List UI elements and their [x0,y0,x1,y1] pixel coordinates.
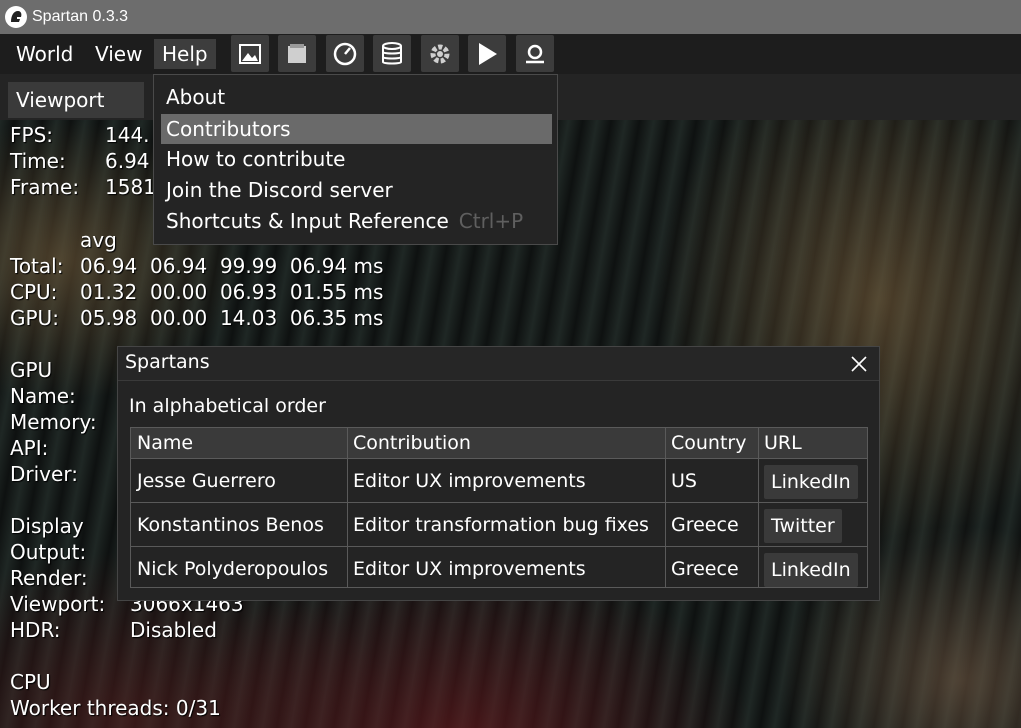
spartans-subtitle: In alphabetical order [129,395,326,417]
menu-bar: World View Help [0,34,1021,74]
gpu-name-label: Name: [10,384,76,408]
display-hdr-value: Disabled [130,618,217,642]
time-label: Time: [10,149,66,173]
cpu-time-values: 01.32 00.00 06.93 01.55 ms [80,280,384,304]
menu-help[interactable]: Help [154,39,216,69]
title-bar: Spartan 0.3.3 [0,0,1021,34]
profiler-icon [526,44,544,63]
gear-icon [430,44,450,63]
close-icon [851,356,867,372]
cell-country: Greece [671,557,739,580]
menu-item-how-to-contribute[interactable]: How to contribute [161,144,552,174]
table-row: Nick Polyderopoulos Editor UX improvemen… [131,546,867,590]
total-label: Total: [10,254,64,278]
column-divider [758,428,759,587]
gpu-time-label: GPU: [10,306,59,330]
table-row: Konstantinos Benos Editor transformation… [131,502,867,546]
display-section-heading: Display [10,514,84,538]
menu-item-shortcuts[interactable]: Shortcuts & Input Reference Ctrl+P [161,206,552,236]
toolbar-database-button[interactable] [373,35,411,72]
spartans-window-title: Spartans [125,351,210,373]
fps-label: FPS: [10,123,53,147]
window-title: Spartan 0.3.3 [32,8,129,25]
toolbar-settings-button[interactable] [421,35,459,72]
gpu-driver-label: Driver: [10,462,78,486]
spartans-window: Spartans In alphabetical order Name Cont… [117,346,880,601]
cell-name: Nick Polyderopoulos [137,557,329,580]
close-button[interactable] [848,353,870,375]
column-header-name: Name [137,432,194,454]
menu-view[interactable]: View [87,39,150,69]
column-divider [347,428,348,587]
cpu-section-heading: CPU [10,670,51,694]
tab-viewport[interactable]: Viewport [8,82,144,118]
linkedin-button[interactable]: LinkedIn [764,465,858,499]
gpu-api-label: API: [10,436,49,460]
gpu-memory-label: Memory: [10,410,97,434]
menu-world[interactable]: World [8,39,81,69]
image-icon [239,43,261,64]
linkedin-button[interactable]: LinkedIn [764,553,858,587]
gpu-time-values: 05.98 00.00 14.03 06.35 ms [80,306,384,330]
cell-country: US [671,469,697,492]
spartan-logo-icon [5,6,27,28]
display-viewport-label: Viewport: [10,592,106,616]
frame-value: 1581 [105,175,156,199]
frame-label: Frame: [10,175,80,199]
toolbar-play-button[interactable] [468,35,506,72]
database-icon [382,41,402,64]
gauge-icon [333,42,357,65]
column-header-contribution: Contribution [353,432,471,454]
menu-item-contributors[interactable]: Contributors [161,114,552,144]
menu-item-discord[interactable]: Join the Discord server [161,175,552,205]
cell-name: Jesse Guerrero [137,469,276,492]
column-header-url: URL [764,432,802,454]
document-icon [288,43,306,63]
display-render-label: Render: [10,566,88,590]
table-row: Jesse Guerrero Editor UX improvements US… [131,458,867,502]
cell-contribution: Editor UX improvements [353,557,586,580]
toolbar-profiler-button[interactable] [516,35,554,72]
contributors-table: Name Contribution Country URL Jesse Guer… [130,427,868,588]
fps-value: 144. [105,123,150,147]
time-value: 6.94 [105,149,150,173]
toolbar-gauge-button[interactable] [326,35,364,72]
cell-contribution: Editor UX improvements [353,469,586,492]
column-header-country: Country [671,432,747,454]
toolbar-document-button[interactable] [278,35,316,72]
toolbar-image-button[interactable] [231,35,269,72]
spartans-title-bar[interactable]: Spartans [118,347,879,381]
table-header: Name Contribution Country URL [131,428,867,458]
cell-name: Konstantinos Benos [137,513,324,536]
menu-item-about[interactable]: About [161,82,552,112]
worker-threads-text: Worker threads: 0/31 [10,696,221,720]
cell-country: Greece [671,513,739,536]
cpu-time-label: CPU: [10,280,58,304]
col-avg-label: avg [80,228,117,252]
gpu-section-heading: GPU [10,358,53,382]
column-divider [665,428,666,587]
display-hdr-label: HDR: [10,618,61,642]
total-values: 06.94 06.94 99.99 06.94 ms [80,254,384,278]
play-icon [479,42,497,65]
shortcut-hint: Ctrl+P [458,209,524,233]
display-output-label: Output: [10,540,87,564]
cell-contribution: Editor transformation bug fixes [353,513,649,536]
help-dropdown-menu: About Contributors How to contribute Joi… [153,74,558,245]
twitter-button[interactable]: Twitter [764,509,842,543]
